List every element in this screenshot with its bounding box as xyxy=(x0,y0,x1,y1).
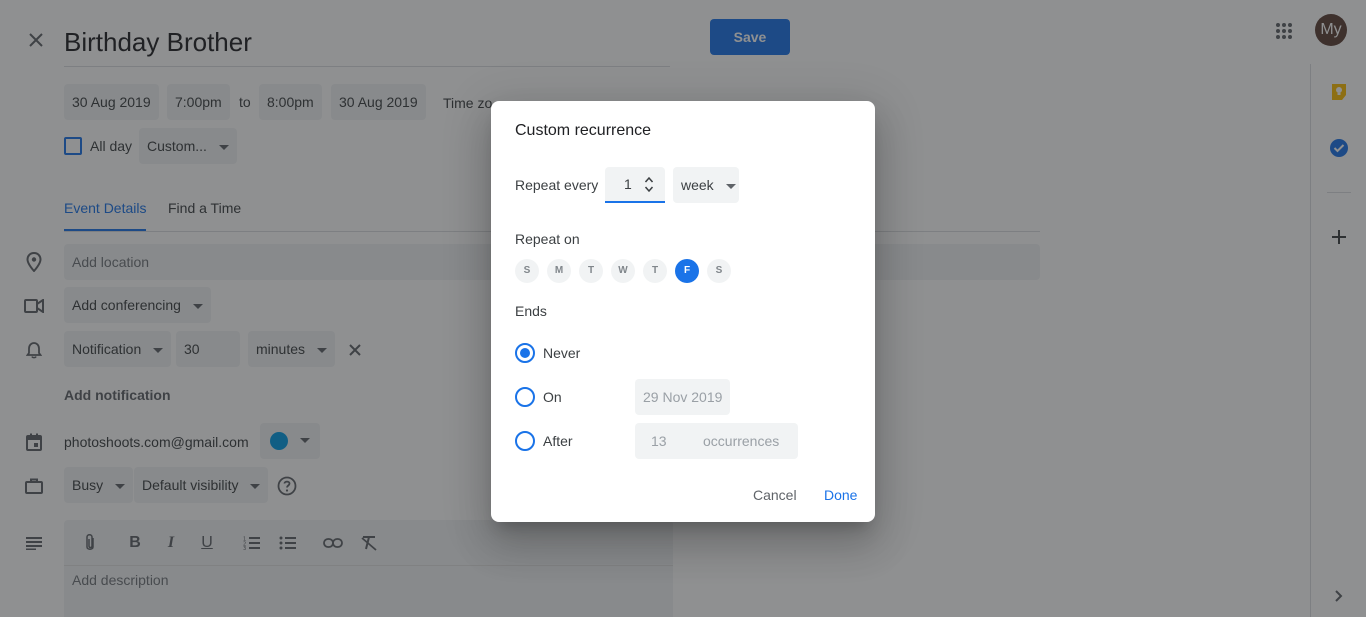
repeat-unit-value: week xyxy=(681,177,714,193)
day-toggle-friday[interactable]: F xyxy=(675,259,699,283)
dialog-title: Custom recurrence xyxy=(515,122,652,139)
ends-after-count-input[interactable]: 13 occurrences xyxy=(635,423,798,459)
done-button[interactable]: Done xyxy=(824,487,857,503)
ends-label: Ends xyxy=(515,303,547,319)
ends-on-radio[interactable] xyxy=(515,387,535,407)
ends-never-label: Never xyxy=(543,345,581,361)
ends-after-count: 13 xyxy=(651,433,667,449)
custom-recurrence-dialog: Custom recurrence Repeat every 1 week Re… xyxy=(491,101,875,522)
repeat-every-label: Repeat every xyxy=(515,177,599,193)
day-toggle-thursday[interactable]: T xyxy=(643,259,667,283)
day-toggle-saturday[interactable]: S xyxy=(707,259,731,283)
ends-on-date-input[interactable]: 29 Nov 2019 xyxy=(635,379,730,415)
ends-after-label: After xyxy=(543,433,573,449)
day-toggle-monday[interactable]: M xyxy=(547,259,571,283)
day-toggle-wednesday[interactable]: W xyxy=(611,259,635,283)
stepper-arrows-icon[interactable] xyxy=(645,176,653,194)
repeat-every-value: 1 xyxy=(624,176,632,192)
ends-after-radio[interactable] xyxy=(515,431,535,451)
day-toggle-sunday[interactable]: S xyxy=(515,259,539,283)
ends-on-label: On xyxy=(543,389,562,405)
day-toggle-tuesday[interactable]: T xyxy=(579,259,603,283)
occurrences-label: occurrences xyxy=(703,433,780,449)
repeat-on-label: Repeat on xyxy=(515,231,580,247)
repeat-every-input[interactable]: 1 xyxy=(605,167,665,203)
ends-never-radio[interactable] xyxy=(515,343,535,363)
repeat-unit-dropdown[interactable]: week xyxy=(673,167,739,203)
cancel-button[interactable]: Cancel xyxy=(753,487,797,503)
